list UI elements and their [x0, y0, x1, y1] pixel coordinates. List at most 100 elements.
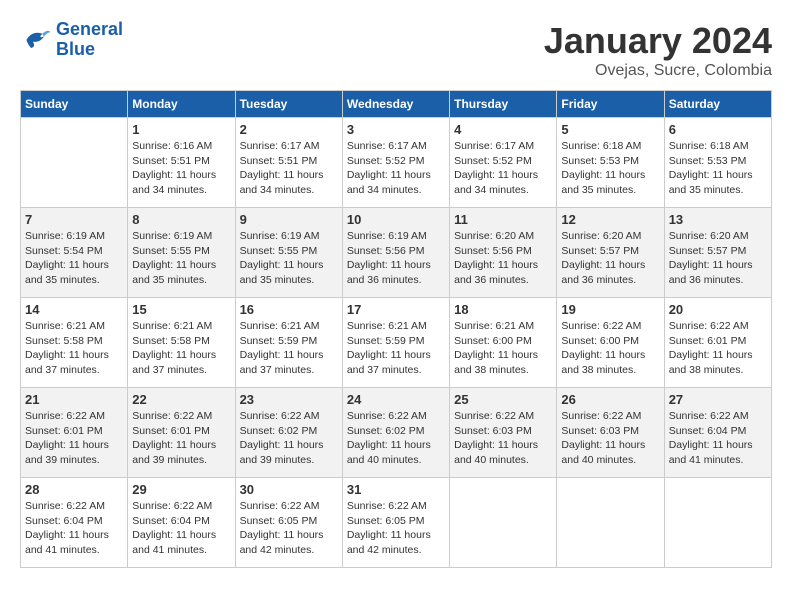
calendar-cell: 11Sunrise: 6:20 AMSunset: 5:56 PMDayligh…: [450, 208, 557, 298]
day-number: 3: [347, 122, 445, 137]
day-info: Sunrise: 6:19 AMSunset: 5:55 PMDaylight:…: [240, 229, 338, 288]
day-number: 4: [454, 122, 552, 137]
day-info: Sunrise: 6:17 AMSunset: 5:52 PMDaylight:…: [454, 139, 552, 198]
calendar-cell: 15 Sunrise: 6:21 AMSunset: 5:58 PMDayligh…: [128, 298, 235, 388]
day-number: 7: [25, 212, 123, 227]
day-number: 1: [132, 122, 230, 137]
day-number: 6: [669, 122, 767, 137]
calendar-cell: 18 Sunrise: 6:21 AMSunset: 6:00 PMDayligh…: [450, 298, 557, 388]
day-info: Sunrise: 6:22 AMSunset: 6:02 PMDaylight:…: [240, 409, 338, 468]
day-number: 14: [25, 302, 123, 317]
calendar-cell: 16 Sunrise: 6:21 AMSunset: 5:59 PMDayligh…: [235, 298, 342, 388]
calendar-cell: 31Sunrise: 6:22 AMSunset: 6:05 PMDayligh…: [342, 478, 449, 568]
day-number: 10: [347, 212, 445, 227]
calendar-cell: [557, 478, 664, 568]
day-number: 17: [347, 302, 445, 317]
day-number: 18: [454, 302, 552, 317]
calendar-cell: 22Sunrise: 6:22 AMSunset: 6:01 PMDayligh…: [128, 388, 235, 478]
calendar-cell: 14 Sunrise: 6:21 AMSunset: 5:58 PMDayligh…: [21, 298, 128, 388]
day-info: Sunrise: 6:21 AMSunset: 5:58 PMDaylight:…: [25, 319, 123, 378]
day-info: Sunrise: 6:21 AMSunset: 5:59 PMDaylight:…: [347, 319, 445, 378]
day-number: 8: [132, 212, 230, 227]
day-number: 27: [669, 392, 767, 407]
day-info: Sunrise: 6:20 AMSunset: 5:57 PMDaylight:…: [561, 229, 659, 288]
calendar-cell: 27 Sunrise: 6:22 AMSunset: 6:04 PMDayligh…: [664, 388, 771, 478]
month-title: January 2024: [544, 20, 772, 62]
calendar-cell: 21 Sunrise: 6:22 AMSunset: 6:01 PMDayligh…: [21, 388, 128, 478]
calendar-cell: 12 Sunrise: 6:20 AMSunset: 5:57 PMDayligh…: [557, 208, 664, 298]
day-number: 13: [669, 212, 767, 227]
day-number: 12: [561, 212, 659, 227]
calendar-cell: 2Sunrise: 6:17 AMSunset: 5:51 PMDaylight…: [235, 118, 342, 208]
calendar-cell: 25Sunrise: 6:22 AMSunset: 6:03 PMDayligh…: [450, 388, 557, 478]
calendar-cell: 1 Sunrise: 6:16 AMSunset: 5:51 PMDaylight…: [128, 118, 235, 208]
day-header: Thursday: [450, 91, 557, 118]
day-info: Sunrise: 6:22 AMSunset: 6:05 PMDaylight:…: [240, 499, 338, 558]
day-number: 29: [132, 482, 230, 497]
calendar-cell: 3Sunrise: 6:17 AMSunset: 5:52 PMDaylight…: [342, 118, 449, 208]
day-info: Sunrise: 6:19 AMSunset: 5:56 PMDaylight:…: [347, 229, 445, 288]
logo: General Blue: [20, 20, 123, 60]
calendar-cell: 8 Sunrise: 6:19 AMSunset: 5:55 PMDaylight…: [128, 208, 235, 298]
day-info: Sunrise: 6:22 AMSunset: 6:02 PMDaylight:…: [347, 409, 445, 468]
day-info: Sunrise: 6:22 AMSunset: 6:01 PMDaylight:…: [132, 409, 230, 468]
day-header: Monday: [128, 91, 235, 118]
calendar-cell: 17 Sunrise: 6:21 AMSunset: 5:59 PMDayligh…: [342, 298, 449, 388]
calendar-cell: [664, 478, 771, 568]
day-info: Sunrise: 6:21 AMSunset: 6:00 PMDaylight:…: [454, 319, 552, 378]
calendar-cell: 29Sunrise: 6:22 AMSunset: 6:04 PMDayligh…: [128, 478, 235, 568]
calendar-week-row: 1 Sunrise: 6:16 AMSunset: 5:51 PMDaylight…: [21, 118, 772, 208]
calendar-cell: [21, 118, 128, 208]
day-number: 31: [347, 482, 445, 497]
day-number: 25: [454, 392, 552, 407]
calendar-cell: 20 Sunrise: 6:22 AMSunset: 6:01 PMDayligh…: [664, 298, 771, 388]
calendar-cell: 23Sunrise: 6:22 AMSunset: 6:02 PMDayligh…: [235, 388, 342, 478]
day-number: 24: [347, 392, 445, 407]
calendar-week-row: 7 Sunrise: 6:19 AMSunset: 5:54 PMDaylight…: [21, 208, 772, 298]
calendar-cell: 10 Sunrise: 6:19 AMSunset: 5:56 PMDayligh…: [342, 208, 449, 298]
title-block: January 2024 Ovejas, Sucre, Colombia: [544, 20, 772, 80]
day-info: Sunrise: 6:22 AMSunset: 6:03 PMDaylight:…: [561, 409, 659, 468]
day-number: 26: [561, 392, 659, 407]
day-number: 15: [132, 302, 230, 317]
day-header: Saturday: [664, 91, 771, 118]
day-info: Sunrise: 6:19 AMSunset: 5:54 PMDaylight:…: [25, 229, 123, 288]
day-number: 5: [561, 122, 659, 137]
day-info: Sunrise: 6:21 AMSunset: 5:58 PMDaylight:…: [132, 319, 230, 378]
location-subtitle: Ovejas, Sucre, Colombia: [544, 62, 772, 80]
day-number: 28: [25, 482, 123, 497]
calendar-cell: 24 Sunrise: 6:22 AMSunset: 6:02 PMDayligh…: [342, 388, 449, 478]
day-info: Sunrise: 6:20 AMSunset: 5:56 PMDaylight:…: [454, 229, 552, 288]
calendar-cell: 28 Sunrise: 6:22 AMSunset: 6:04 PMDayligh…: [21, 478, 128, 568]
day-number: 20: [669, 302, 767, 317]
day-info: Sunrise: 6:16 AMSunset: 5:51 PMDaylight:…: [132, 139, 230, 198]
day-info: Sunrise: 6:22 AMSunset: 6:01 PMDaylight:…: [669, 319, 767, 378]
calendar-body: 1 Sunrise: 6:16 AMSunset: 5:51 PMDaylight…: [21, 118, 772, 568]
day-info: Sunrise: 6:21 AMSunset: 5:59 PMDaylight:…: [240, 319, 338, 378]
calendar-table: SundayMondayTuesdayWednesdayThursdayFrid…: [20, 90, 772, 568]
day-info: Sunrise: 6:22 AMSunset: 6:00 PMDaylight:…: [561, 319, 659, 378]
calendar-cell: 4 Sunrise: 6:17 AMSunset: 5:52 PMDaylight…: [450, 118, 557, 208]
calendar-cell: 26 Sunrise: 6:22 AMSunset: 6:03 PMDayligh…: [557, 388, 664, 478]
day-header: Tuesday: [235, 91, 342, 118]
calendar-header-row: SundayMondayTuesdayWednesdayThursdayFrid…: [21, 91, 772, 118]
calendar-cell: 9Sunrise: 6:19 AMSunset: 5:55 PMDaylight…: [235, 208, 342, 298]
calendar-cell: 30 Sunrise: 6:22 AMSunset: 6:05 PMDayligh…: [235, 478, 342, 568]
day-number: 21: [25, 392, 123, 407]
day-number: 16: [240, 302, 338, 317]
calendar-cell: 6Sunrise: 6:18 AMSunset: 5:53 PMDaylight…: [664, 118, 771, 208]
day-info: Sunrise: 6:19 AMSunset: 5:55 PMDaylight:…: [132, 229, 230, 288]
day-number: 30: [240, 482, 338, 497]
calendar-week-row: 28 Sunrise: 6:22 AMSunset: 6:04 PMDayligh…: [21, 478, 772, 568]
calendar-cell: 13Sunrise: 6:20 AMSunset: 5:57 PMDayligh…: [664, 208, 771, 298]
day-header: Friday: [557, 91, 664, 118]
day-info: Sunrise: 6:22 AMSunset: 6:01 PMDaylight:…: [25, 409, 123, 468]
day-info: Sunrise: 6:22 AMSunset: 6:04 PMDaylight:…: [25, 499, 123, 558]
calendar-week-row: 14 Sunrise: 6:21 AMSunset: 5:58 PMDayligh…: [21, 298, 772, 388]
day-number: 19: [561, 302, 659, 317]
day-info: Sunrise: 6:22 AMSunset: 6:04 PMDaylight:…: [669, 409, 767, 468]
page-header: General Blue January 2024 Ovejas, Sucre,…: [20, 20, 772, 80]
calendar-cell: 7 Sunrise: 6:19 AMSunset: 5:54 PMDaylight…: [21, 208, 128, 298]
day-header: Wednesday: [342, 91, 449, 118]
day-info: Sunrise: 6:17 AMSunset: 5:51 PMDaylight:…: [240, 139, 338, 198]
